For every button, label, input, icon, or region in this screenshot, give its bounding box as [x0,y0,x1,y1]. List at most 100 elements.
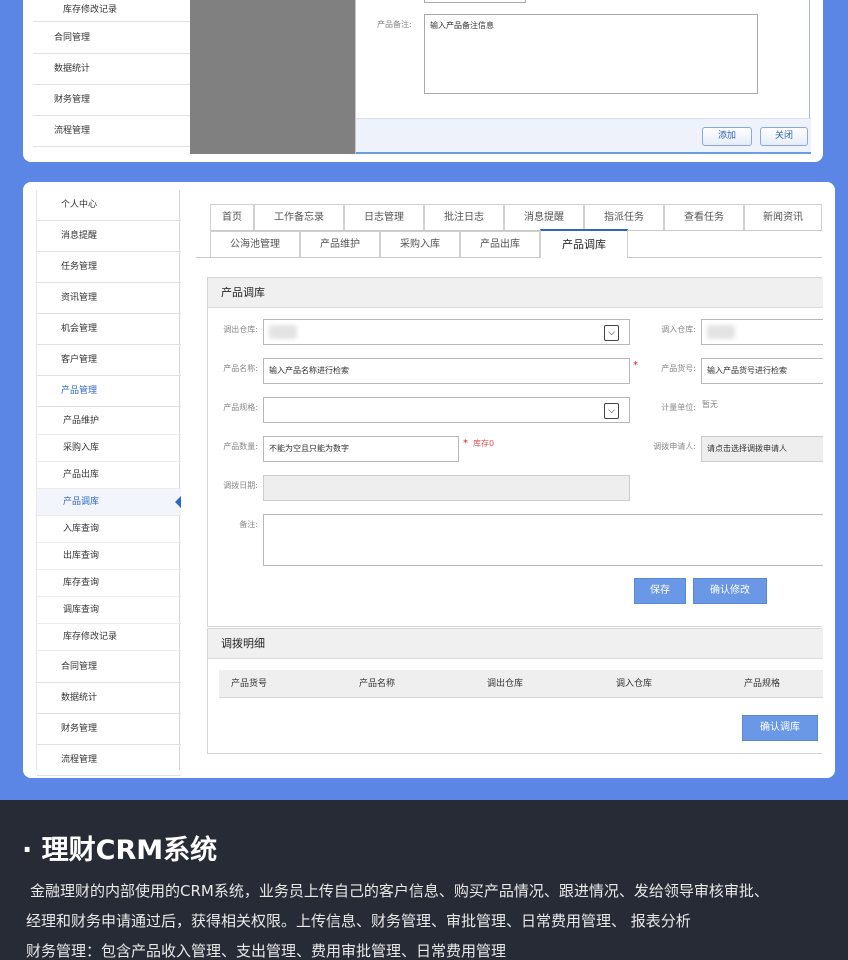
add-product-dialog: 产品备注: 输入产品备注信息 添加 关闭 [355,0,811,154]
top-sidebar-item[interactable]: 财务管理 [33,85,197,116]
top-screenshot-panel: 库存修改记录 合同管理 数据统计 财务管理 流程管理 产品备注: 输入产品备注信… [23,0,823,162]
out-warehouse-select[interactable]: ⌵ [263,319,630,345]
column-header: 产品规格 [744,679,781,689]
description-line: 金融理财的内部使用的CRM系统，业务员上传自己的客户信息、购买产品情况、跟进情况… [30,882,769,900]
chevron-down-icon: ⌵ [604,325,619,341]
quantity-input[interactable]: 不能为空且只能为数字 [263,436,459,462]
current-indicator-icon [175,496,181,508]
applicant-label: 调拨申请人: [653,442,696,451]
sidebar-sub-item-label: 产品调库 [63,497,100,507]
product-name-label: 产品名称: [223,364,258,373]
sidebar-item-contracts[interactable]: 合同管理 [37,652,181,683]
stock-label: 库存 [473,439,489,448]
required-mark: * [463,438,468,449]
top-sidebar-item[interactable]: 流程管理 [33,116,197,147]
sidebar-item-workflow[interactable]: 流程管理 [37,745,181,776]
tab-assign-task[interactable]: 指派任务 [584,204,664,231]
sidebar-sub-item-current[interactable]: 产品调库 [37,489,181,516]
form-title: 产品调库 [208,278,823,308]
tab-baseline [628,257,822,258]
sidebar-sub-item[interactable]: 产品维护 [37,408,181,435]
sidebar-sub-item[interactable]: 调库查询 [37,597,181,624]
confirm-modify-button[interactable]: 确认修改 [693,578,767,604]
date-label: 调拨日期: [223,481,258,490]
sidebar-item-tasks[interactable]: 任务管理 [37,252,181,283]
tab-news[interactable]: 新闻资讯 [744,204,822,231]
sidebar-item-messages[interactable]: 消息提醒 [37,221,181,252]
sidebar-sub-item[interactable]: 产品出库 [37,462,181,489]
tab-public-pool[interactable]: 公海池管理 [210,231,300,258]
description-band: · 理财CRM系统 金融理财的内部使用的CRM系统，业务员上传自己的客户信息、购… [0,800,848,960]
unit-label: 计量单位: [661,403,696,412]
sidebar-item-news[interactable]: 资讯管理 [37,283,181,314]
product-code-label: 产品货号: [661,364,696,373]
in-warehouse-label: 调入仓库: [661,325,696,334]
sidebar-item-opportunities[interactable]: 机会管理 [37,314,181,345]
save-button[interactable]: 保存 [634,578,686,604]
sidebar-item-products[interactable]: 产品管理 [37,376,181,407]
top-sidebar-item[interactable]: 数据统计 [33,54,197,85]
sidebar-sub-item[interactable]: 出库查询 [37,543,181,570]
product-spec-label: 产品规格: [223,403,258,412]
product-code-input[interactable]: 输入产品货号进行检索 [701,358,823,384]
main-screenshot-panel: 个人中心 消息提醒 任务管理 资讯管理 机会管理 客户管理 产品管理 产品维护 … [23,182,835,778]
tab-product-maintain[interactable]: 产品维护 [300,231,380,258]
top-sidebar-sub-item[interactable]: 库存修改记录 [33,0,197,22]
blurred-value [269,325,297,339]
date-input[interactable] [263,475,630,501]
stock-note: 库存0 [473,438,494,449]
remark-textarea[interactable]: 输入产品备注信息 [424,14,758,94]
in-warehouse-select[interactable] [701,319,823,345]
remark-label: 产品备注: [377,20,412,29]
chevron-down-icon: ⌵ [604,403,619,419]
applicant-input[interactable]: 请点击选择调拨申请人 [701,436,823,462]
top-sidebar: 库存修改记录 合同管理 数据统计 财务管理 流程管理 [33,0,197,154]
blurred-value [707,325,735,339]
sidebar-sub-item[interactable]: 入库查询 [37,516,181,543]
sidebar-item-finance[interactable]: 财务管理 [37,714,181,745]
column-header: 产品货号 [231,679,268,689]
note-label: 备注: [239,520,258,529]
quantity-label: 产品数量: [223,442,258,451]
tab-view-task[interactable]: 查看任务 [664,204,744,231]
detail-title: 调拨明细 [208,629,823,659]
column-header: 调出仓库 [487,679,524,689]
sidebar: 个人中心 消息提醒 任务管理 资讯管理 机会管理 客户管理 产品管理 产品维护 … [36,190,181,776]
transfer-detail: 调拨明细 产品货号 产品名称 调出仓库 调入仓库 产品规格 确认调库 [207,628,823,754]
description-line: 财务管理：包含产品收入管理、支出管理、费用审批管理、日常费用管理 [26,942,507,960]
tab-product-transfer[interactable]: 产品调库 [540,229,628,258]
tab-purchase-in[interactable]: 采购入库 [380,231,460,258]
tab-log[interactable]: 日志管理 [344,204,424,231]
tab-memo[interactable]: 工作备忘录 [254,204,344,231]
main-content: 首页 工作备忘录 日志管理 批注日志 消息提醒 指派任务 查看任务 新闻资讯 公… [196,190,823,770]
unit-value: 暂无 [702,400,718,409]
sidebar-sub-item[interactable]: 库存查询 [37,570,181,597]
column-header: 产品名称 [359,679,396,689]
top-select-field[interactable] [424,0,526,3]
tab-home[interactable]: 首页 [210,204,254,231]
add-button[interactable]: 添加 [702,127,752,146]
product-name-input[interactable]: 输入产品名称进行检索 [263,358,630,384]
note-textarea[interactable] [263,514,823,566]
sidebar-item-statistics[interactable]: 数据统计 [37,683,181,714]
required-mark: * [633,360,638,371]
product-spec-select[interactable]: ⌵ [263,397,630,423]
top-sidebar-item[interactable]: 合同管理 [33,23,197,54]
tab-reminders[interactable]: 消息提醒 [504,204,584,231]
close-button[interactable]: 关闭 [760,127,808,146]
column-header: 调入仓库 [616,679,653,689]
sidebar-item-customers[interactable]: 客户管理 [37,345,181,376]
out-warehouse-label: 调出仓库: [223,325,258,334]
sidebar-sub-item[interactable]: 采购入库 [37,435,181,462]
stock-value: 0 [489,439,495,448]
sidebar-sub-item[interactable]: 库存修改记录 [37,624,181,651]
sidebar-item-personal-center[interactable]: 个人中心 [37,190,181,221]
dialog-button-bar: 添加 关闭 [356,118,811,154]
tab-product-out[interactable]: 产品出库 [460,231,540,258]
detail-table-header: 产品货号 产品名称 调出仓库 调入仓库 产品规格 [219,670,823,698]
description-line: 经理和财务申请通过后，获得相关权限。上传信息、财务管理、审批管理、日常费用管理、… [26,912,691,930]
tab-annotation-log[interactable]: 批注日志 [424,204,504,231]
modal-overlay [190,0,355,154]
confirm-transfer-button[interactable]: 确认调库 [742,715,818,741]
tab-baseline [196,257,540,258]
